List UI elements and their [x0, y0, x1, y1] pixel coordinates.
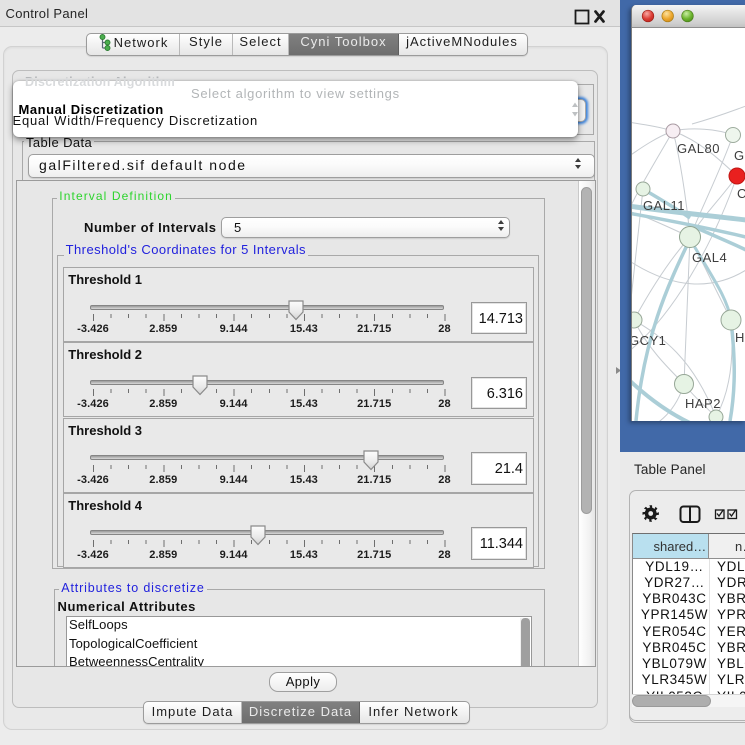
svg-text:GCY1: GCY1: [632, 333, 666, 348]
svg-text:GAL80: GAL80: [677, 141, 720, 156]
svg-text:GAL4: GAL4: [692, 250, 727, 265]
svg-text:GAL11: GAL11: [643, 198, 685, 213]
svg-text:G…: G…: [734, 148, 745, 163]
svg-text:C: C: [737, 186, 745, 201]
svg-text:H: H: [735, 330, 745, 345]
svg-text:HAP2: HAP2: [685, 396, 721, 411]
